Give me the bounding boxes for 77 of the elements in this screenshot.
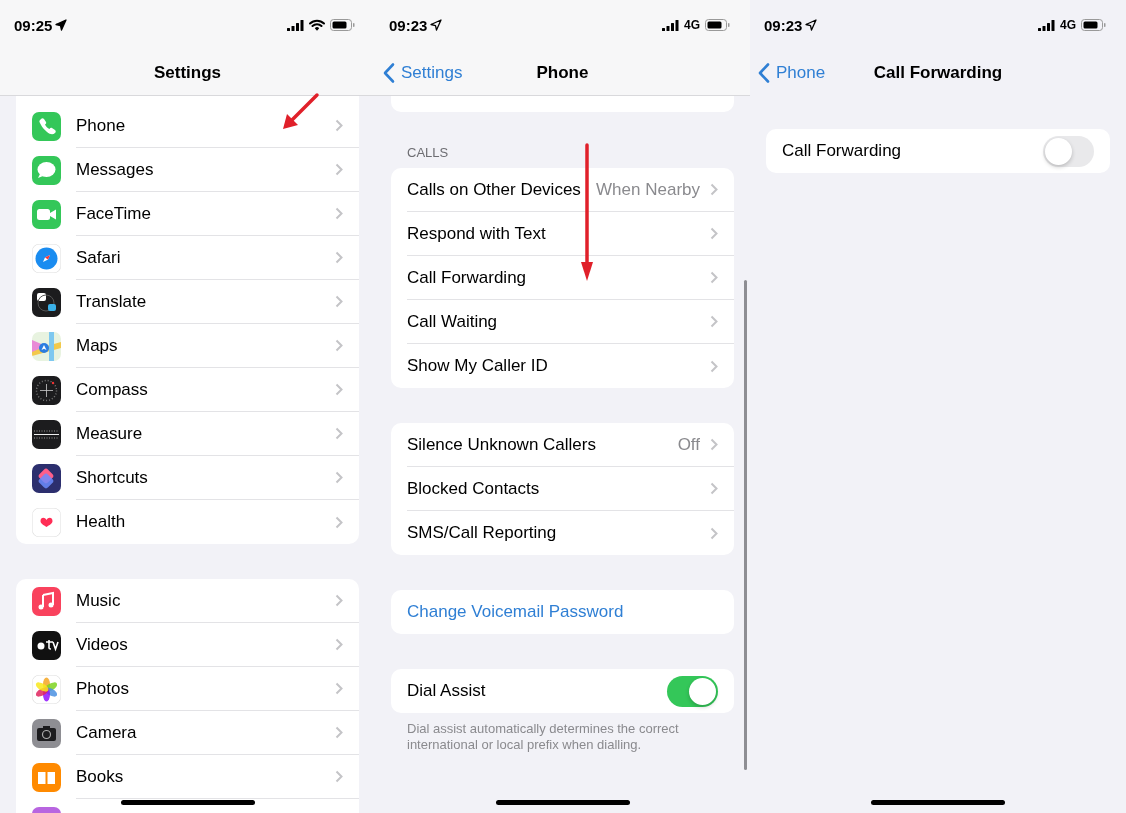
row-label: Call Forwarding — [407, 267, 528, 288]
row-label: Health — [76, 512, 127, 532]
location-arrow-icon — [805, 19, 818, 31]
chevron-icon — [710, 438, 718, 451]
row-label: Silence Unknown Callers — [407, 434, 597, 455]
status-time: 09:25 — [14, 16, 53, 34]
signal-icon — [662, 19, 679, 31]
section-footer: Dial assist automatically determines the correct international or local prefix when dialling. — [391, 713, 734, 753]
wifi-icon — [309, 19, 325, 31]
row-label: Call Waiting — [407, 311, 499, 332]
row-label: Blocked Contacts — [407, 478, 541, 499]
chevron-icon — [710, 315, 718, 328]
battery-icon — [1081, 19, 1106, 31]
section-header: CALLS — [406, 145, 450, 162]
chevron-icon — [710, 183, 718, 196]
row-label: Music — [76, 590, 122, 611]
chevron-icon — [335, 594, 343, 607]
row-value: Off — [677, 434, 700, 455]
location-arrow-icon — [55, 19, 68, 31]
row-label: Translate — [76, 291, 148, 312]
chevron-icon — [335, 770, 343, 783]
signal-icon — [287, 19, 304, 31]
row-label: Messages — [76, 159, 155, 180]
row-label: Maps — [76, 335, 119, 356]
chevron-icon — [710, 526, 718, 540]
battery-icon — [330, 19, 355, 31]
chevron-icon — [335, 163, 343, 176]
row-label: Camera — [76, 722, 138, 743]
row-label: Show My Caller ID — [407, 356, 549, 376]
chevron-icon — [335, 119, 343, 132]
row-label: Respond with Text — [407, 223, 547, 244]
chevron-icon — [335, 383, 343, 396]
chevron-icon — [335, 515, 343, 529]
row-label: Calls on Other Devices — [407, 179, 582, 200]
status-time: 09:23 — [389, 16, 428, 34]
chevron-icon — [710, 359, 718, 373]
chevron-icon — [335, 682, 343, 695]
row-label: Call Forwarding — [782, 141, 903, 161]
back-button[interactable]: Settings — [383, 62, 463, 83]
chevron-icon — [335, 339, 343, 352]
network-label: 4G — [684, 18, 700, 32]
row-label: SMS/Call Reporting — [407, 523, 558, 543]
signal-icon — [1038, 19, 1055, 31]
row-label: Phone — [76, 115, 127, 136]
chevron-icon — [335, 251, 343, 264]
row-label: Compass — [76, 379, 149, 400]
toggle-switch[interactable] — [1043, 135, 1094, 167]
chevron-icon — [335, 427, 343, 440]
toggle-switch[interactable] — [667, 675, 718, 707]
screen-title: Settings — [153, 62, 222, 83]
chevron-icon — [335, 638, 343, 651]
link-label: Change Voicemail Password — [407, 602, 625, 622]
battery-icon — [705, 19, 730, 31]
row-label: Videos — [76, 634, 129, 655]
row-value: When Nearby — [596, 179, 700, 200]
status-time: 09:23 — [764, 16, 803, 34]
chevron-icon — [335, 471, 343, 484]
back-chevron-icon — [758, 62, 770, 83]
screen-title: Phone — [536, 62, 589, 83]
row-label: Books — [76, 766, 125, 787]
back-button[interactable]: Phone — [758, 62, 826, 83]
row-label: Shortcuts — [76, 467, 149, 488]
row-label: FaceTime — [76, 203, 152, 224]
chevron-icon — [335, 726, 343, 739]
row-label: Safari — [76, 247, 122, 268]
row-label: Measure — [76, 423, 144, 444]
network-label: 4G — [1060, 18, 1076, 32]
chevron-icon — [335, 207, 343, 220]
screen-title: Call Forwarding — [873, 62, 1003, 83]
chevron-icon — [710, 482, 718, 495]
chevron-icon — [710, 271, 718, 284]
row-label: Dial Assist — [407, 681, 487, 701]
location-arrow-icon — [430, 19, 443, 31]
row-label: Photos — [76, 678, 130, 699]
chevron-icon — [335, 295, 343, 308]
chevron-icon — [710, 227, 718, 240]
back-chevron-icon — [383, 62, 395, 83]
